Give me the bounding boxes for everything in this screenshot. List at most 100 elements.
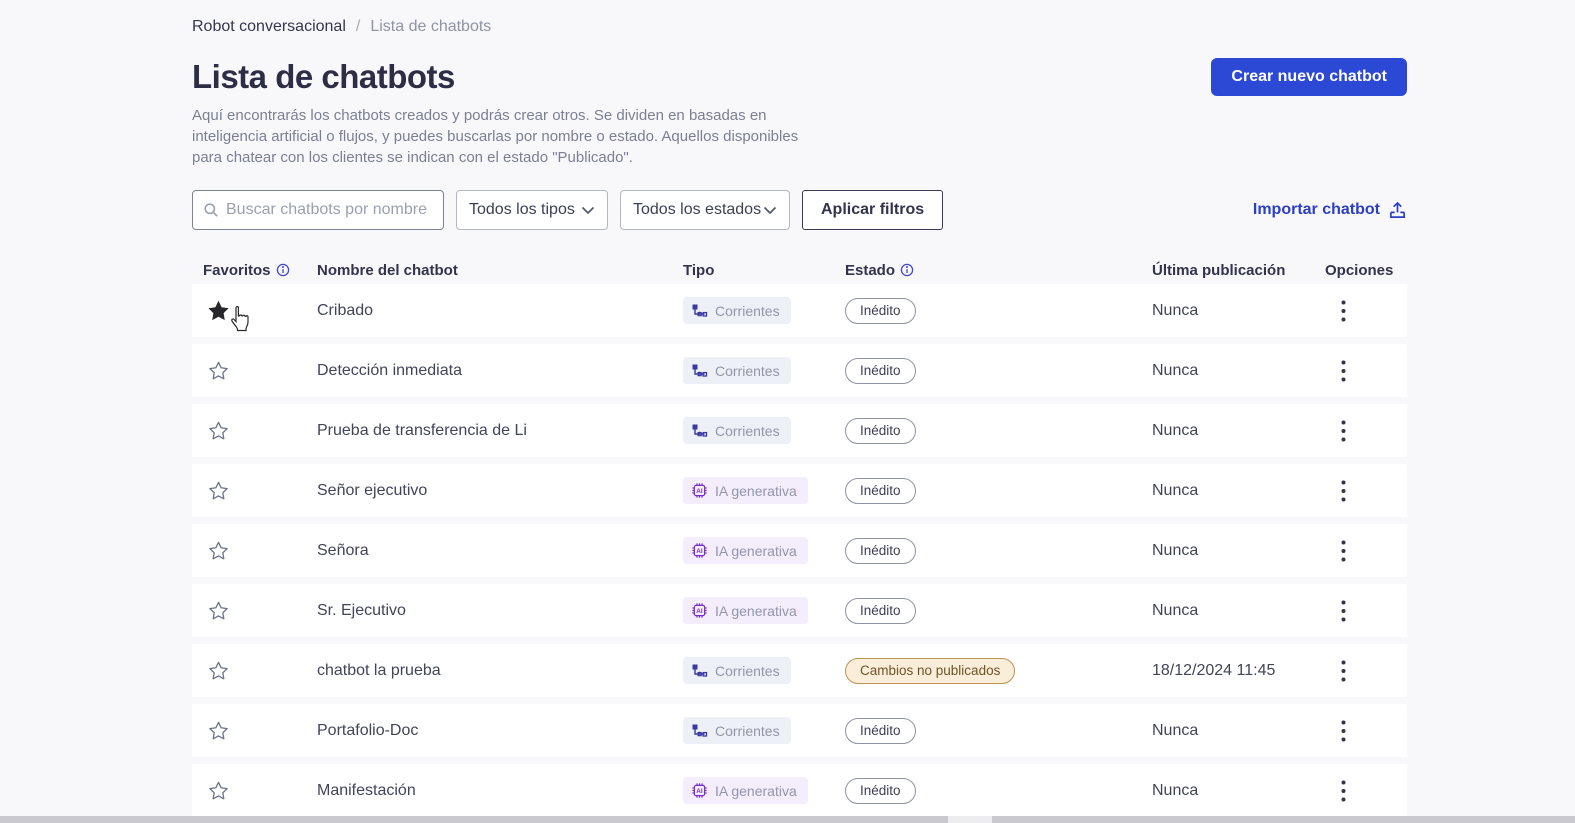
table-row: Prueba de transferencia de Li Corrientes…: [192, 404, 1407, 457]
status-badge: Inédito: [845, 477, 916, 504]
import-chatbot-link[interactable]: Importar chatbot: [1253, 201, 1407, 220]
info-icon[interactable]: [900, 263, 914, 277]
column-header-favorites: Favoritos: [203, 261, 271, 279]
kebab-menu-button[interactable]: [1325, 720, 1346, 742]
search-box[interactable]: [192, 190, 444, 230]
status-badge: Inédito: [845, 297, 916, 324]
chevron-down-icon: [763, 206, 777, 215]
kebab-menu-button[interactable]: [1325, 600, 1346, 622]
kebab-menu-button[interactable]: [1325, 420, 1346, 442]
scrollbar-thumb[interactable]: [948, 816, 992, 823]
favorite-star-button-filled[interactable]: [205, 298, 231, 324]
type-badge: Corrientes: [683, 717, 791, 744]
kebab-menu-button[interactable]: [1325, 780, 1346, 802]
last-published-value: Nunca: [1152, 601, 1199, 619]
import-link-label: Importar chatbot: [1252, 201, 1380, 218]
kebab-menu-button[interactable]: [1325, 480, 1346, 502]
type-badge-label: Corrientes: [715, 662, 780, 679]
last-published-value: Nunca: [1152, 421, 1199, 439]
flow-icon: [691, 723, 708, 739]
type-badge: AI IA generativa: [683, 597, 808, 624]
chatbot-name: Cribado: [317, 301, 374, 319]
table-header-row: Favoritos Nombre del chatbot Tipo Estado…: [192, 256, 1407, 284]
table-row: Sr. Ejecutivo AI IA generativa Inédito N…: [192, 584, 1407, 637]
chatbot-name: Portafolio-Doc: [317, 721, 419, 739]
apply-filters-button[interactable]: Aplicar filtros: [802, 190, 944, 230]
type-badge: AI IA generativa: [683, 477, 808, 504]
svg-text:AI: AI: [696, 608, 703, 615]
favorite-star-button[interactable]: [205, 778, 231, 804]
favorite-star-button[interactable]: [205, 598, 231, 624]
type-filter-value: Todos los tipos: [469, 201, 575, 218]
table-row: Cribado Corrientes Inédito Nunca: [192, 284, 1407, 337]
type-badge-label: Corrientes: [715, 302, 780, 319]
column-header-status: Estado: [845, 261, 896, 279]
chevron-down-icon: [581, 206, 595, 215]
type-filter-select[interactable]: Todos los tipos: [456, 190, 608, 230]
breadcrumb-separator: /: [355, 18, 361, 35]
type-badge: Corrientes: [683, 357, 791, 384]
type-badge-label: Corrientes: [715, 422, 780, 439]
type-badge-label: Corrientes: [715, 362, 780, 379]
breadcrumb-parent-link[interactable]: Robot conversacional: [192, 18, 346, 36]
chatbot-name: Detección inmediata: [317, 361, 462, 379]
chatbot-name: Señora: [317, 541, 369, 559]
favorite-star-button[interactable]: [205, 658, 231, 684]
status-filter-select[interactable]: Todos los estados: [620, 190, 790, 230]
status-filter-value: Todos los estados: [633, 201, 762, 218]
last-published-value: Nunca: [1152, 361, 1199, 379]
create-chatbot-button[interactable]: Crear nuevo chatbot: [1211, 58, 1407, 96]
last-published-value: Nunca: [1152, 301, 1199, 319]
upload-icon: [1388, 201, 1407, 220]
kebab-menu-button[interactable]: [1325, 660, 1346, 682]
type-badge-label: Corrientes: [715, 722, 780, 739]
favorite-star-button[interactable]: [205, 538, 231, 564]
table-row: Portafolio-Doc Corrientes Inédito Nunca: [192, 704, 1407, 757]
favorite-star-button[interactable]: [205, 418, 231, 444]
type-badge: Corrientes: [683, 417, 791, 444]
chatbot-name: Manifestación: [317, 781, 416, 799]
column-header-name: Nombre del chatbot: [317, 261, 458, 279]
flow-icon: [691, 663, 708, 679]
favorite-star-button[interactable]: [205, 358, 231, 384]
ai-chip-icon: AI: [691, 602, 708, 619]
search-icon: [203, 202, 219, 218]
svg-text:AI: AI: [696, 548, 703, 555]
info-icon[interactable]: [276, 263, 290, 277]
status-badge: Inédito: [845, 357, 916, 384]
kebab-menu-button[interactable]: [1325, 360, 1346, 382]
status-badge: Cambios no publicados: [845, 657, 1016, 684]
type-badge: Corrientes: [683, 297, 791, 324]
table-row: Manifestación AI IA generativa Inédito N…: [192, 764, 1407, 817]
kebab-menu-button[interactable]: [1325, 540, 1346, 562]
search-input[interactable]: [226, 201, 433, 219]
flow-icon: [691, 363, 708, 379]
status-badge: Inédito: [845, 597, 916, 624]
type-badge-label: IA generativa: [715, 782, 797, 799]
favorite-star-button[interactable]: [205, 478, 231, 504]
filter-bar: Todos los tipos Todos los estados Aplica…: [192, 190, 1407, 230]
favorite-star-button[interactable]: [205, 718, 231, 744]
table-row: chatbot la prueba Corrientes Cambios no …: [192, 644, 1407, 697]
column-header-last-published: Última publicación: [1152, 261, 1286, 279]
status-badge: Inédito: [845, 537, 916, 564]
column-header-type: Tipo: [683, 261, 715, 279]
breadcrumb-current: Lista de chatbots: [370, 18, 492, 35]
svg-text:AI: AI: [696, 488, 703, 495]
type-badge: AI IA generativa: [683, 537, 808, 564]
table-row: Señora AI IA generativa Inédito Nunca: [192, 524, 1407, 577]
table-row: Señor ejecutivo AI IA generativa Inédito…: [192, 464, 1407, 517]
type-badge-label: IA generativa: [715, 602, 797, 619]
status-badge: Inédito: [845, 777, 916, 804]
chatbot-name: Prueba de transferencia de Li: [317, 421, 527, 439]
status-badge: Inédito: [845, 417, 916, 444]
flow-icon: [691, 423, 708, 439]
horizontal-scrollbar[interactable]: [0, 816, 1575, 823]
ai-chip-icon: AI: [691, 782, 708, 799]
type-badge-label: IA generativa: [715, 482, 797, 499]
status-badge: Inédito: [845, 717, 916, 744]
page-description: Aquí encontrarás los chatbots creados y …: [192, 107, 799, 166]
flow-icon: [691, 303, 708, 319]
kebab-menu-button[interactable]: [1325, 300, 1346, 322]
column-header-options: Opciones: [1325, 261, 1394, 279]
